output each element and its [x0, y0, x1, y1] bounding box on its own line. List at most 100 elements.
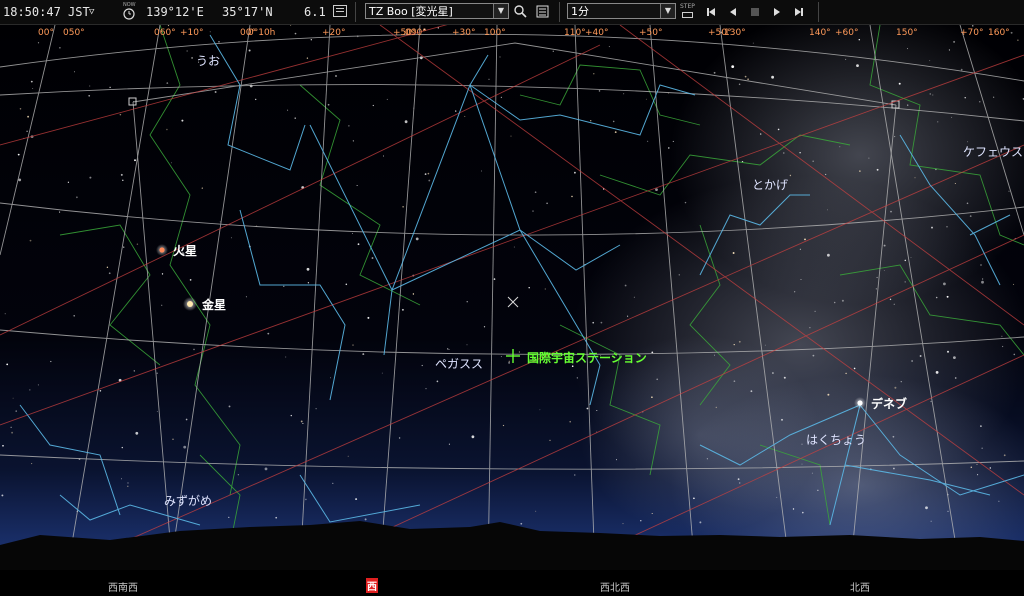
step-icon[interactable]: STEP: [680, 2, 696, 22]
star: [425, 388, 427, 390]
direction-label[interactable]: 西北西: [600, 579, 630, 594]
star: [792, 508, 795, 510]
star: [464, 115, 466, 117]
star: [356, 185, 358, 186]
search-icon[interactable]: [512, 3, 530, 21]
star: [436, 380, 439, 383]
star: [120, 173, 123, 176]
time-readout[interactable]: 18:50:47 JST: [3, 5, 90, 19]
star: [845, 372, 847, 375]
star: [544, 288, 546, 290]
star: [953, 356, 956, 359]
star: [970, 466, 973, 468]
star: [894, 386, 897, 389]
star: [951, 116, 953, 118]
star: [827, 209, 828, 211]
star: [954, 183, 956, 184]
star: [402, 206, 404, 208]
constellation-label[interactable]: はくちょう: [806, 431, 866, 448]
star: [651, 396, 653, 399]
step-back-icon[interactable]: [724, 3, 742, 21]
star: [352, 344, 354, 346]
star: [133, 370, 135, 372]
play-icon[interactable]: [768, 3, 786, 21]
star: [875, 288, 877, 290]
direction-label[interactable]: 北西: [850, 579, 870, 594]
list-icon[interactable]: [534, 3, 552, 21]
star: [571, 195, 573, 198]
star: [893, 467, 895, 470]
star: [622, 523, 624, 525]
constellation-label[interactable]: ペガスス: [435, 355, 483, 372]
star: [977, 474, 979, 476]
star: [18, 178, 22, 182]
time-menu-icon[interactable]: ▽: [89, 5, 94, 19]
skip-forward-icon[interactable]: [790, 3, 808, 21]
time-step-select[interactable]: 1分 ▼: [567, 3, 676, 19]
planet-label-venus[interactable]: 金星: [202, 296, 226, 313]
constellation-label[interactable]: ケフェウス: [963, 143, 1023, 160]
longitude-readout[interactable]: 139°12'E: [146, 5, 204, 19]
sky-view[interactable]: [0, 25, 1024, 596]
star: [783, 152, 785, 154]
star: [106, 266, 109, 268]
star: [161, 273, 164, 275]
star: [693, 497, 695, 500]
grid-label: 100°: [484, 28, 506, 38]
star: [574, 171, 576, 174]
object-select[interactable]: TZ Boo [変光星] ▼: [365, 3, 509, 19]
star: [11, 431, 14, 434]
magnitude-panel-icon[interactable]: [333, 5, 347, 17]
planetarium-window: 18:50:47 JST ▽ NOW 139°12'E 35°17'N 6.1 …: [0, 0, 1024, 596]
constellation-label[interactable]: みずがめ: [164, 492, 212, 509]
star: [948, 49, 950, 51]
star: [502, 424, 505, 427]
star: [466, 301, 468, 303]
now-alarm-icon[interactable]: NOW: [121, 2, 137, 22]
star: [193, 348, 195, 351]
direction-label[interactable]: 西南西: [108, 579, 138, 594]
star: [932, 94, 934, 96]
direction-label-main[interactable]: 西: [366, 578, 378, 593]
star: [1017, 39, 1019, 41]
star: [214, 91, 217, 93]
skip-back-icon[interactable]: [702, 3, 720, 21]
star: [305, 498, 307, 501]
now-label: NOW: [123, 2, 136, 8]
star: [776, 496, 778, 498]
star: [910, 257, 912, 259]
star: [89, 85, 91, 87]
constellation-label[interactable]: うお: [196, 52, 220, 69]
star: [750, 390, 753, 393]
stop-icon[interactable]: [746, 3, 764, 21]
star: [483, 326, 486, 328]
star: [953, 40, 956, 43]
star: [976, 463, 978, 465]
star: [593, 73, 595, 75]
star: [539, 409, 541, 411]
star-label-deneb[interactable]: デネブ: [871, 395, 907, 412]
star: [230, 237, 232, 239]
star: [893, 303, 895, 305]
star: [122, 179, 124, 182]
star: [404, 120, 408, 124]
star: [590, 120, 592, 122]
star: [549, 439, 551, 442]
iss-label[interactable]: 国際宇宙ステーション: [527, 349, 647, 366]
star: [890, 210, 892, 213]
star: [979, 101, 981, 103]
constellation-label[interactable]: とかげ: [752, 176, 788, 193]
star: [76, 196, 78, 199]
latitude-readout[interactable]: 35°17'N: [222, 5, 273, 19]
star: [574, 474, 576, 476]
star: [27, 115, 29, 118]
magnitude-readout[interactable]: 6.1: [304, 5, 326, 19]
star: [31, 463, 33, 465]
grid-label: +50°: [639, 28, 663, 38]
star: [925, 506, 928, 510]
toolbar-separator: [355, 2, 356, 22]
star: [109, 86, 111, 88]
star: [930, 520, 932, 522]
planet-label-mars[interactable]: 火星: [173, 242, 197, 259]
star: [448, 443, 450, 445]
